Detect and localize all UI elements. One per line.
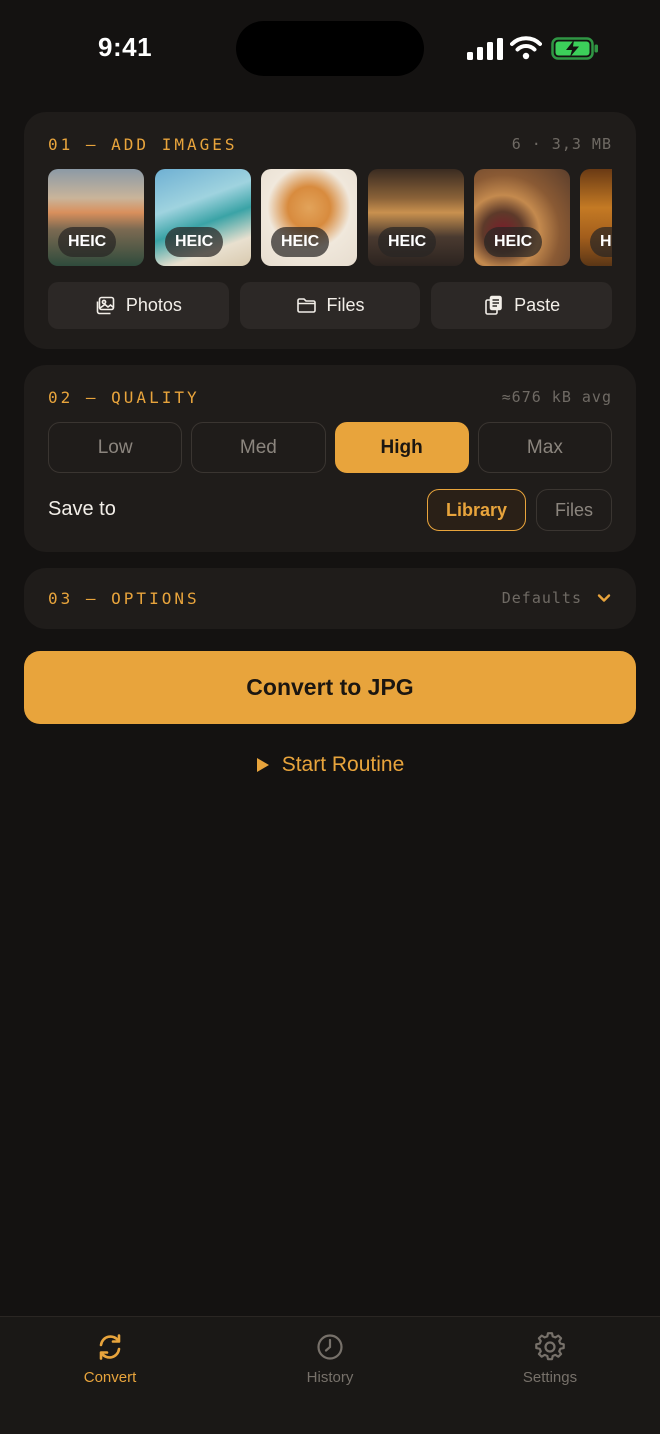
options-card[interactable]: 03 — OPTIONS Defaults <box>24 568 636 629</box>
status-bar: 9:41 <box>0 0 660 96</box>
clipboard-icon <box>485 295 502 315</box>
photos-icon <box>96 296 115 315</box>
options-summary: Defaults <box>502 589 612 607</box>
image-thumbnail[interactable]: HEIC <box>261 169 357 266</box>
image-thumbnail[interactable]: HEIC <box>580 169 612 266</box>
files-button[interactable]: Files <box>239 282 421 329</box>
photos-button-label: Photos <box>125 295 182 315</box>
files-button-label: Files <box>326 295 365 315</box>
format-badge: HEIC <box>165 227 224 257</box>
quality-option-med[interactable]: Med <box>191 422 326 473</box>
convert-button[interactable]: Convert to JPG <box>24 651 636 724</box>
format-badge: HEIC <box>58 227 117 257</box>
format-badge: HEIC <box>484 227 543 257</box>
image-thumbnail[interactable]: HEIC <box>368 169 464 266</box>
format-badge: HEIC <box>590 227 612 257</box>
save-option-files[interactable]: Files <box>535 489 612 531</box>
start-routine-label: Start Routine <box>281 753 405 776</box>
quality-segmented-control: Low Med High Max <box>48 422 612 473</box>
clock-icon <box>317 1334 343 1360</box>
add-images-title: 01 — ADD IMAGES <box>48 134 238 154</box>
options-header: 03 — OPTIONS Defaults <box>48 588 612 608</box>
tab-settings-label: Settings <box>522 1369 578 1386</box>
thumbnail-strip[interactable]: HEIC HEIC HEIC HEIC HEIC HEIC <box>48 169 612 266</box>
quality-header: 02 — QUALITY ≈676 kB avg <box>48 387 612 407</box>
options-meta: Defaults <box>501 589 582 607</box>
chevron-down-icon <box>597 594 611 602</box>
add-images-card: 01 — ADD IMAGES 6 · 3,3 MB HEIC HEIC HEI… <box>24 112 636 349</box>
tab-convert-label: Convert <box>83 1369 137 1386</box>
image-thumbnail[interactable]: HEIC <box>474 169 570 266</box>
quality-card: 02 — QUALITY ≈676 kB avg Low Med High Ma… <box>24 365 636 552</box>
tab-settings[interactable]: Settings <box>440 1317 660 1434</box>
play-icon <box>256 758 269 772</box>
photos-button[interactable]: Photos <box>48 282 229 329</box>
tab-history[interactable]: History <box>220 1317 440 1434</box>
battery-charging-icon <box>551 37 598 60</box>
save-to-label: Save to <box>48 498 116 520</box>
tab-history-label: History <box>306 1369 354 1386</box>
quality-title: 02 — QUALITY <box>48 387 200 407</box>
quality-option-high[interactable]: High <box>334 422 469 473</box>
gear-icon <box>535 1332 565 1361</box>
add-images-meta: 6 · 3,3 MB <box>511 135 612 153</box>
quality-option-max[interactable]: Max <box>477 422 612 473</box>
tab-bar: Convert History Settings <box>0 1316 660 1434</box>
paste-button-label: Paste <box>514 295 561 315</box>
tab-convert[interactable]: Convert <box>0 1317 220 1434</box>
save-destination-picker: Library Files <box>426 489 612 531</box>
dynamic-island <box>236 21 424 76</box>
quality-meta: ≈676 kB avg <box>501 388 612 406</box>
format-badge: HEIC <box>271 227 330 257</box>
status-time: 9:41 <box>98 32 153 62</box>
paste-button[interactable]: Paste <box>431 282 613 329</box>
image-thumbnail[interactable]: HEIC <box>155 169 251 266</box>
wifi-icon <box>510 36 542 60</box>
options-title: 03 — OPTIONS <box>48 588 200 608</box>
folder-icon <box>296 298 316 313</box>
format-badge: HEIC <box>378 227 437 257</box>
image-thumbnail[interactable]: HEIC <box>48 169 144 266</box>
save-option-library[interactable]: Library <box>426 489 526 531</box>
start-routine-button[interactable]: Start Routine <box>0 750 660 780</box>
convert-icon <box>99 1334 121 1360</box>
quality-option-low[interactable]: Low <box>48 422 183 473</box>
cellular-signal-icon <box>467 38 503 60</box>
source-buttons: Photos Files Paste <box>48 282 613 329</box>
add-images-header: 01 — ADD IMAGES 6 · 3,3 MB <box>48 134 612 154</box>
